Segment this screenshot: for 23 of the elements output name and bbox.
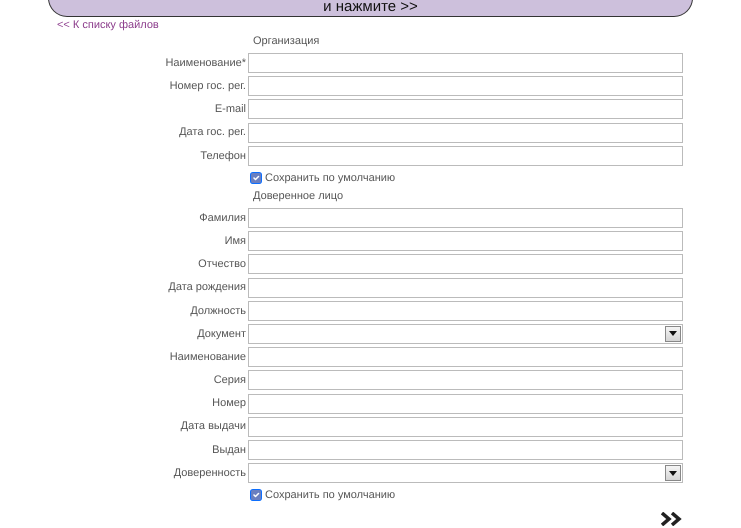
field-label: Документ (196, 326, 247, 342)
checkbox-label: Сохранить по умолчанию (265, 488, 396, 503)
field-label: Отчество (197, 257, 247, 272)
field-label: Номер (211, 396, 247, 412)
field-label: Дата рождения (167, 280, 247, 296)
checkbox-label: Сохранить по умолчанию (265, 170, 396, 186)
field-label: Телефон (199, 148, 247, 164)
field-label: Должность (189, 304, 247, 319)
field-label: Выдан (211, 442, 247, 458)
section-title: Доверенное лицо (253, 188, 344, 204)
field-label: Серия (212, 373, 247, 388)
section-title: Организация (253, 34, 320, 49)
field-label: Дата гос. рег. (178, 125, 247, 140)
back-link[interactable]: << К списку файлов (57, 17, 159, 34)
field-label: Имя (224, 234, 247, 249)
field-label: Доверенность (172, 466, 247, 481)
field-label: Номер гос. рег. (168, 79, 247, 94)
field-label: Наименование (168, 350, 247, 365)
field-label: Фамилия (198, 210, 247, 226)
field-label: E-mail (214, 102, 247, 118)
field-label: Дата выдачи (180, 419, 247, 434)
instruction-banner: и нажмите >> (48, 0, 693, 17)
field-label: Наименование* (164, 56, 247, 71)
